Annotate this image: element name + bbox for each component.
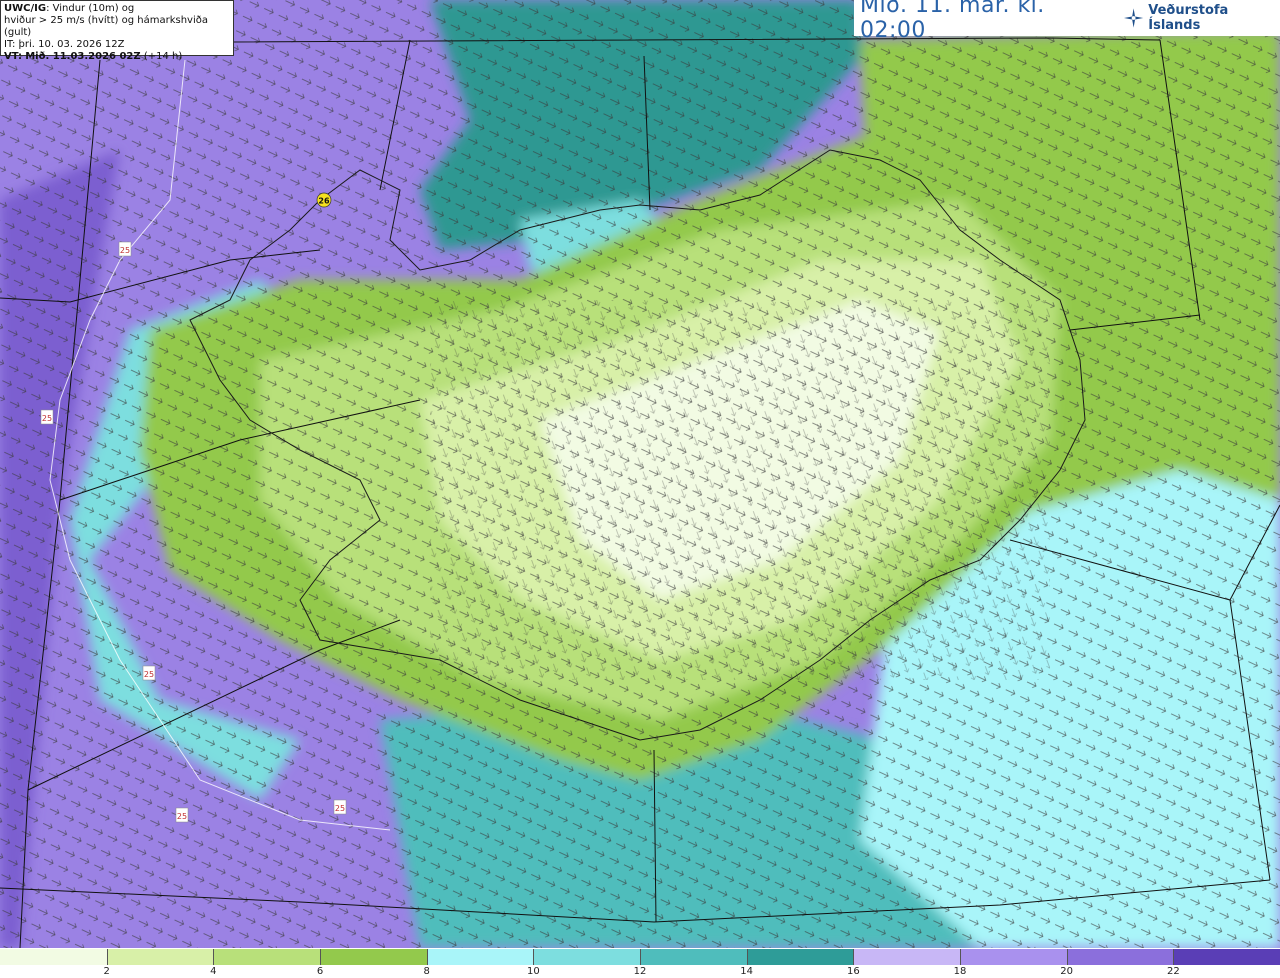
legend-label: 8 <box>423 966 430 977</box>
svg-text:25: 25 <box>120 246 130 255</box>
legend-swatch <box>746 949 854 965</box>
info-line-1: UWC/IG: Vindur (10m) og <box>4 3 230 15</box>
info-line-3: IT: þri. 10. 03. 2026 12Z <box>4 39 125 50</box>
svg-text:26: 26 <box>318 197 330 206</box>
legend-tick <box>1173 949 1175 965</box>
legend-swatch <box>426 949 534 965</box>
title-bar: Mið. 11. mar. kl. 02:00 Veðurstofa Íslan… <box>854 0 1280 43</box>
gust-label-1: 25 <box>118 241 132 257</box>
info-line-2: hviður > 25 m/s (hvítt) og hámarkshviða … <box>4 15 208 38</box>
legend-label: 18 <box>953 966 967 977</box>
legend-label: 4 <box>210 966 217 977</box>
vt-label: VT: <box>4 51 23 62</box>
legend-swatch <box>640 949 747 965</box>
legend-swatch <box>1173 949 1280 965</box>
svg-text:25: 25 <box>144 670 154 679</box>
gust-label-5: 25 <box>333 799 347 815</box>
legend-label: 6 <box>316 966 324 977</box>
legend-swatch <box>853 949 961 965</box>
legend-swatch <box>960 949 1067 965</box>
legend-tick <box>533 949 535 965</box>
legend-tick <box>1066 949 1068 965</box>
vedurstofa-logo[interactable]: Veðurstofa Íslands <box>1123 3 1280 33</box>
svg-text:25: 25 <box>177 812 187 821</box>
legend-label: 16 <box>846 966 860 977</box>
legend-label: 20 <box>1060 966 1074 977</box>
vedurstofa-star-icon <box>1124 8 1144 28</box>
legend-tick <box>746 949 748 965</box>
vt-offset: (+14 h) <box>143 51 183 62</box>
legend-swatch <box>320 949 427 965</box>
legend-tick <box>640 949 641 965</box>
legend-tick <box>106 949 108 965</box>
legend-swatch <box>0 949 107 965</box>
legend-tick <box>960 949 961 965</box>
legend-swatch <box>1066 949 1174 965</box>
legend-label: 10 <box>526 966 540 977</box>
valid-time-title: Mið. 11. mar. kl. 02:00 <box>860 0 1045 43</box>
vt-value: Mið. 11.03.2026 02Z <box>25 51 141 62</box>
wind-map: 25 25 25 25 25 26 <box>0 0 1280 948</box>
legend-label: 12 <box>633 966 647 977</box>
legend-tick <box>213 949 215 965</box>
legend-swatch <box>533 949 641 965</box>
model-name: UWC/IG <box>4 3 47 14</box>
forecast-info-box: UWC/IG: Vindur (10m) og hviður > 25 m/s … <box>0 0 234 62</box>
gust-label-4: 25 <box>175 807 189 823</box>
legend-tick <box>426 949 428 965</box>
svg-text:25: 25 <box>335 804 345 813</box>
gust-label-2: 25 <box>40 409 54 425</box>
color-legend: 2 4 6 8 10 12 14 16 18 20 22 <box>0 948 1280 978</box>
legend-label: 14 <box>740 966 754 977</box>
gust-label-3: 25 <box>142 665 156 681</box>
max-gust-marker: 26 <box>316 192 332 208</box>
svg-text:25: 25 <box>42 414 52 423</box>
legend-label: 22 <box>1166 966 1180 977</box>
legend-swatch <box>106 949 214 965</box>
info-line-1-rest: : Vindur (10m) og <box>46 3 135 14</box>
legend-tick <box>853 949 855 965</box>
legend-swatch <box>213 949 321 965</box>
logo-text: Veðurstofa Íslands <box>1148 3 1229 33</box>
legend-label: 2 <box>103 966 110 977</box>
wind-arrows-land <box>430 300 1050 680</box>
legend-tick <box>320 949 321 965</box>
info-line-4: VT: Mið. 11.03.2026 02Z (+14 h) <box>4 51 230 63</box>
